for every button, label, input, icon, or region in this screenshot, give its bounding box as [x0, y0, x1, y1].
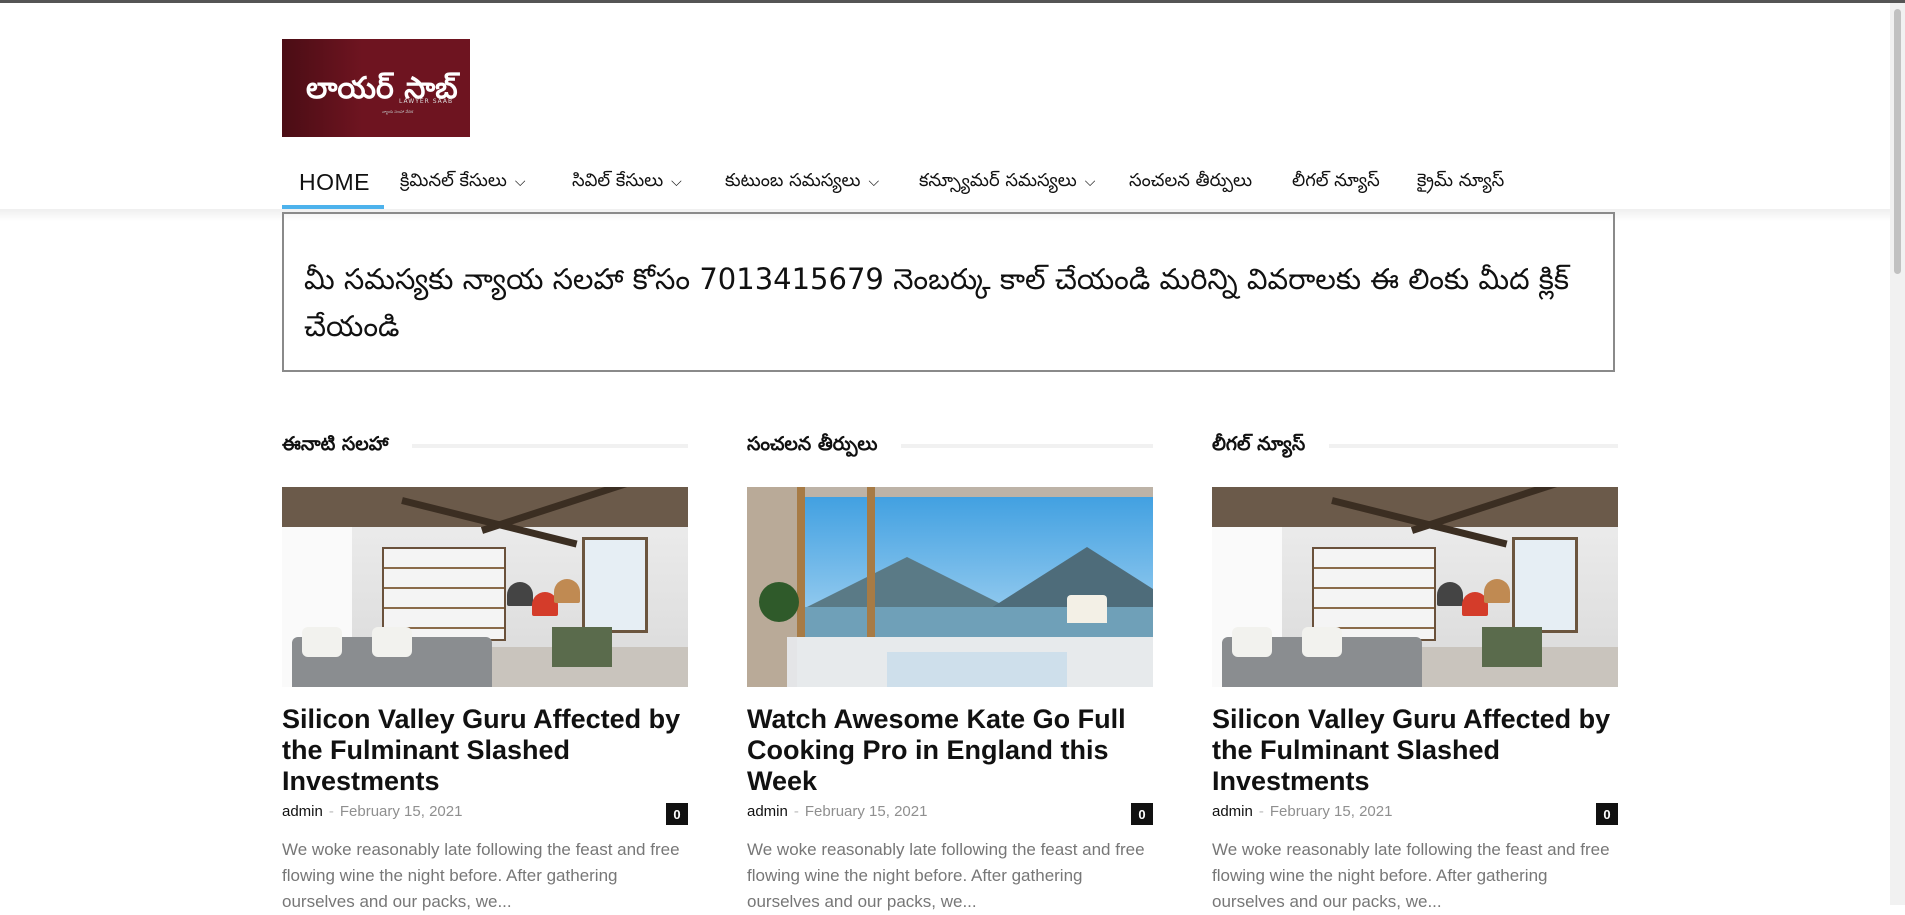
nav-item-label: క్రైమ్ న్యూస్: [1417, 169, 1505, 191]
nav-item-consumer-issues[interactable]: కన్స్యూమర్ సమస్యలు ⌵: [919, 155, 1095, 209]
logo-sub-text: LAWYER SAAB: [399, 98, 454, 105]
post-excerpt: We woke reasonably late following the fe…: [282, 840, 680, 911]
floor-lamp: [1067, 595, 1107, 623]
nav-item-legal-news[interactable]: లీగల్ న్యూస్: [1292, 155, 1380, 209]
notice-box[interactable]: మీ సమస్యకు న్యాయ సలహా కోసం 7013415679 నె…: [282, 212, 1615, 372]
chevron-down-icon: ⌵: [1084, 174, 1096, 190]
aquarium: [1482, 627, 1542, 667]
main-nav: HOME క్రిమినల్ కేసులు ⌵ సివిల్ కేసులు ⌵ కు…: [282, 155, 1622, 209]
post-title[interactable]: Silicon Valley Guru Affected by the Fulm…: [1212, 704, 1618, 797]
nav-item-label: క్రిమినల్ కేసులు: [400, 169, 507, 191]
meta-separator: -: [328, 803, 334, 820]
nav-item-label: కుటుంబ సమస్యలు: [725, 169, 861, 191]
column-heading[interactable]: ఈనాటి సలహా: [282, 430, 413, 462]
post-thumbnail[interactable]: [747, 487, 1153, 687]
window: [1512, 537, 1578, 633]
post-meta: admin - February 15, 2021 0: [1212, 803, 1618, 825]
site-logo[interactable]: లాయర్ సాబ్ LAWYER SAAB న్యాయ సలహా వేదిక: [282, 39, 470, 137]
scrollbar-thumb[interactable]: [1894, 9, 1901, 274]
plant: [759, 582, 799, 622]
nav-item-label: లీగల్ న్యూస్: [1292, 169, 1380, 191]
lake-view-image: [747, 487, 1153, 687]
lamp: [554, 579, 580, 603]
window: [582, 537, 648, 633]
post-author[interactable]: admin: [282, 803, 323, 820]
meta-separator: -: [1258, 803, 1264, 820]
post-meta: admin - February 15, 2021 0: [282, 803, 688, 825]
lamp: [1484, 579, 1510, 603]
post-author[interactable]: admin: [1212, 803, 1253, 820]
lamp: [507, 582, 533, 606]
post-thumbnail[interactable]: [1212, 487, 1618, 687]
window-frame: [797, 487, 805, 637]
vertical-scrollbar[interactable]: [1890, 3, 1905, 905]
nav-item-crime-news[interactable]: క్రైమ్ న్యూస్: [1417, 155, 1504, 209]
post-date: February 15, 2021: [339, 803, 463, 820]
nav-active-indicator: [282, 205, 384, 209]
interior-image: [282, 487, 688, 687]
nav-item-sensational-verdicts[interactable]: సంచలన తీర్పులు: [1129, 155, 1252, 209]
top-border: [0, 0, 1905, 3]
nav-item-civil-cases[interactable]: సివిల్ కేసులు ⌵: [572, 155, 682, 209]
comment-count[interactable]: 0: [1596, 803, 1618, 825]
post-title[interactable]: Watch Awesome Kate Go Full Cooking Pro i…: [747, 704, 1153, 797]
post-title[interactable]: Silicon Valley Guru Affected by the Fulm…: [282, 704, 688, 797]
chevron-down-icon: ⌵: [868, 174, 880, 190]
interior-image: [1212, 487, 1618, 687]
pillow: [1232, 627, 1272, 657]
post-excerpt: We woke reasonably late following the fe…: [747, 840, 1145, 911]
nav-item-label: సివిల్ కేసులు: [572, 169, 664, 191]
pillow: [372, 627, 412, 657]
aquarium: [552, 627, 612, 667]
logo-tiny-text: న్యాయ సలహా వేదిక: [382, 109, 414, 114]
post-meta: admin - February 15, 2021 0: [747, 803, 1153, 825]
notice-text[interactable]: మీ సమస్యకు న్యాయ సలహా కోసం 7013415679 నె…: [304, 256, 1594, 350]
chevron-down-icon: ⌵: [671, 174, 682, 190]
nav-item-label: సంచలన తీర్పులు: [1129, 169, 1253, 191]
lamp: [1437, 582, 1463, 606]
post-thumbnail[interactable]: [282, 487, 688, 687]
glass-table: [887, 652, 1067, 687]
nav-item-label: HOME: [299, 168, 370, 195]
pillow: [302, 627, 342, 657]
post-date: February 15, 2021: [1269, 803, 1393, 820]
column-heading[interactable]: లీగల్ న్యూస్: [1212, 430, 1330, 462]
pillow: [1302, 627, 1342, 657]
nav-item-criminal-cases[interactable]: క్రిమినల్ కేసులు ⌵: [400, 155, 525, 209]
nav-item-label: కన్స్యూమర్ సమస్యలు: [919, 169, 1077, 191]
nav-item-home[interactable]: HOME: [299, 155, 370, 209]
post-excerpt: We woke reasonably late following the fe…: [1212, 840, 1610, 911]
column-heading[interactable]: సంచలన తీర్పులు: [747, 430, 902, 462]
post-date: February 15, 2021: [804, 803, 928, 820]
comment-count[interactable]: 0: [1131, 803, 1153, 825]
nav-item-family-issues[interactable]: కుటుంబ సమస్యలు ⌵: [725, 155, 879, 209]
meta-separator: -: [793, 803, 799, 820]
logo-main-text: లాయర్ సాబ్: [306, 71, 458, 106]
post-author[interactable]: admin: [747, 803, 788, 820]
window-frame: [867, 487, 875, 637]
comment-count[interactable]: 0: [666, 803, 688, 825]
ceiling: [747, 487, 1153, 497]
chevron-down-icon: ⌵: [514, 174, 526, 190]
